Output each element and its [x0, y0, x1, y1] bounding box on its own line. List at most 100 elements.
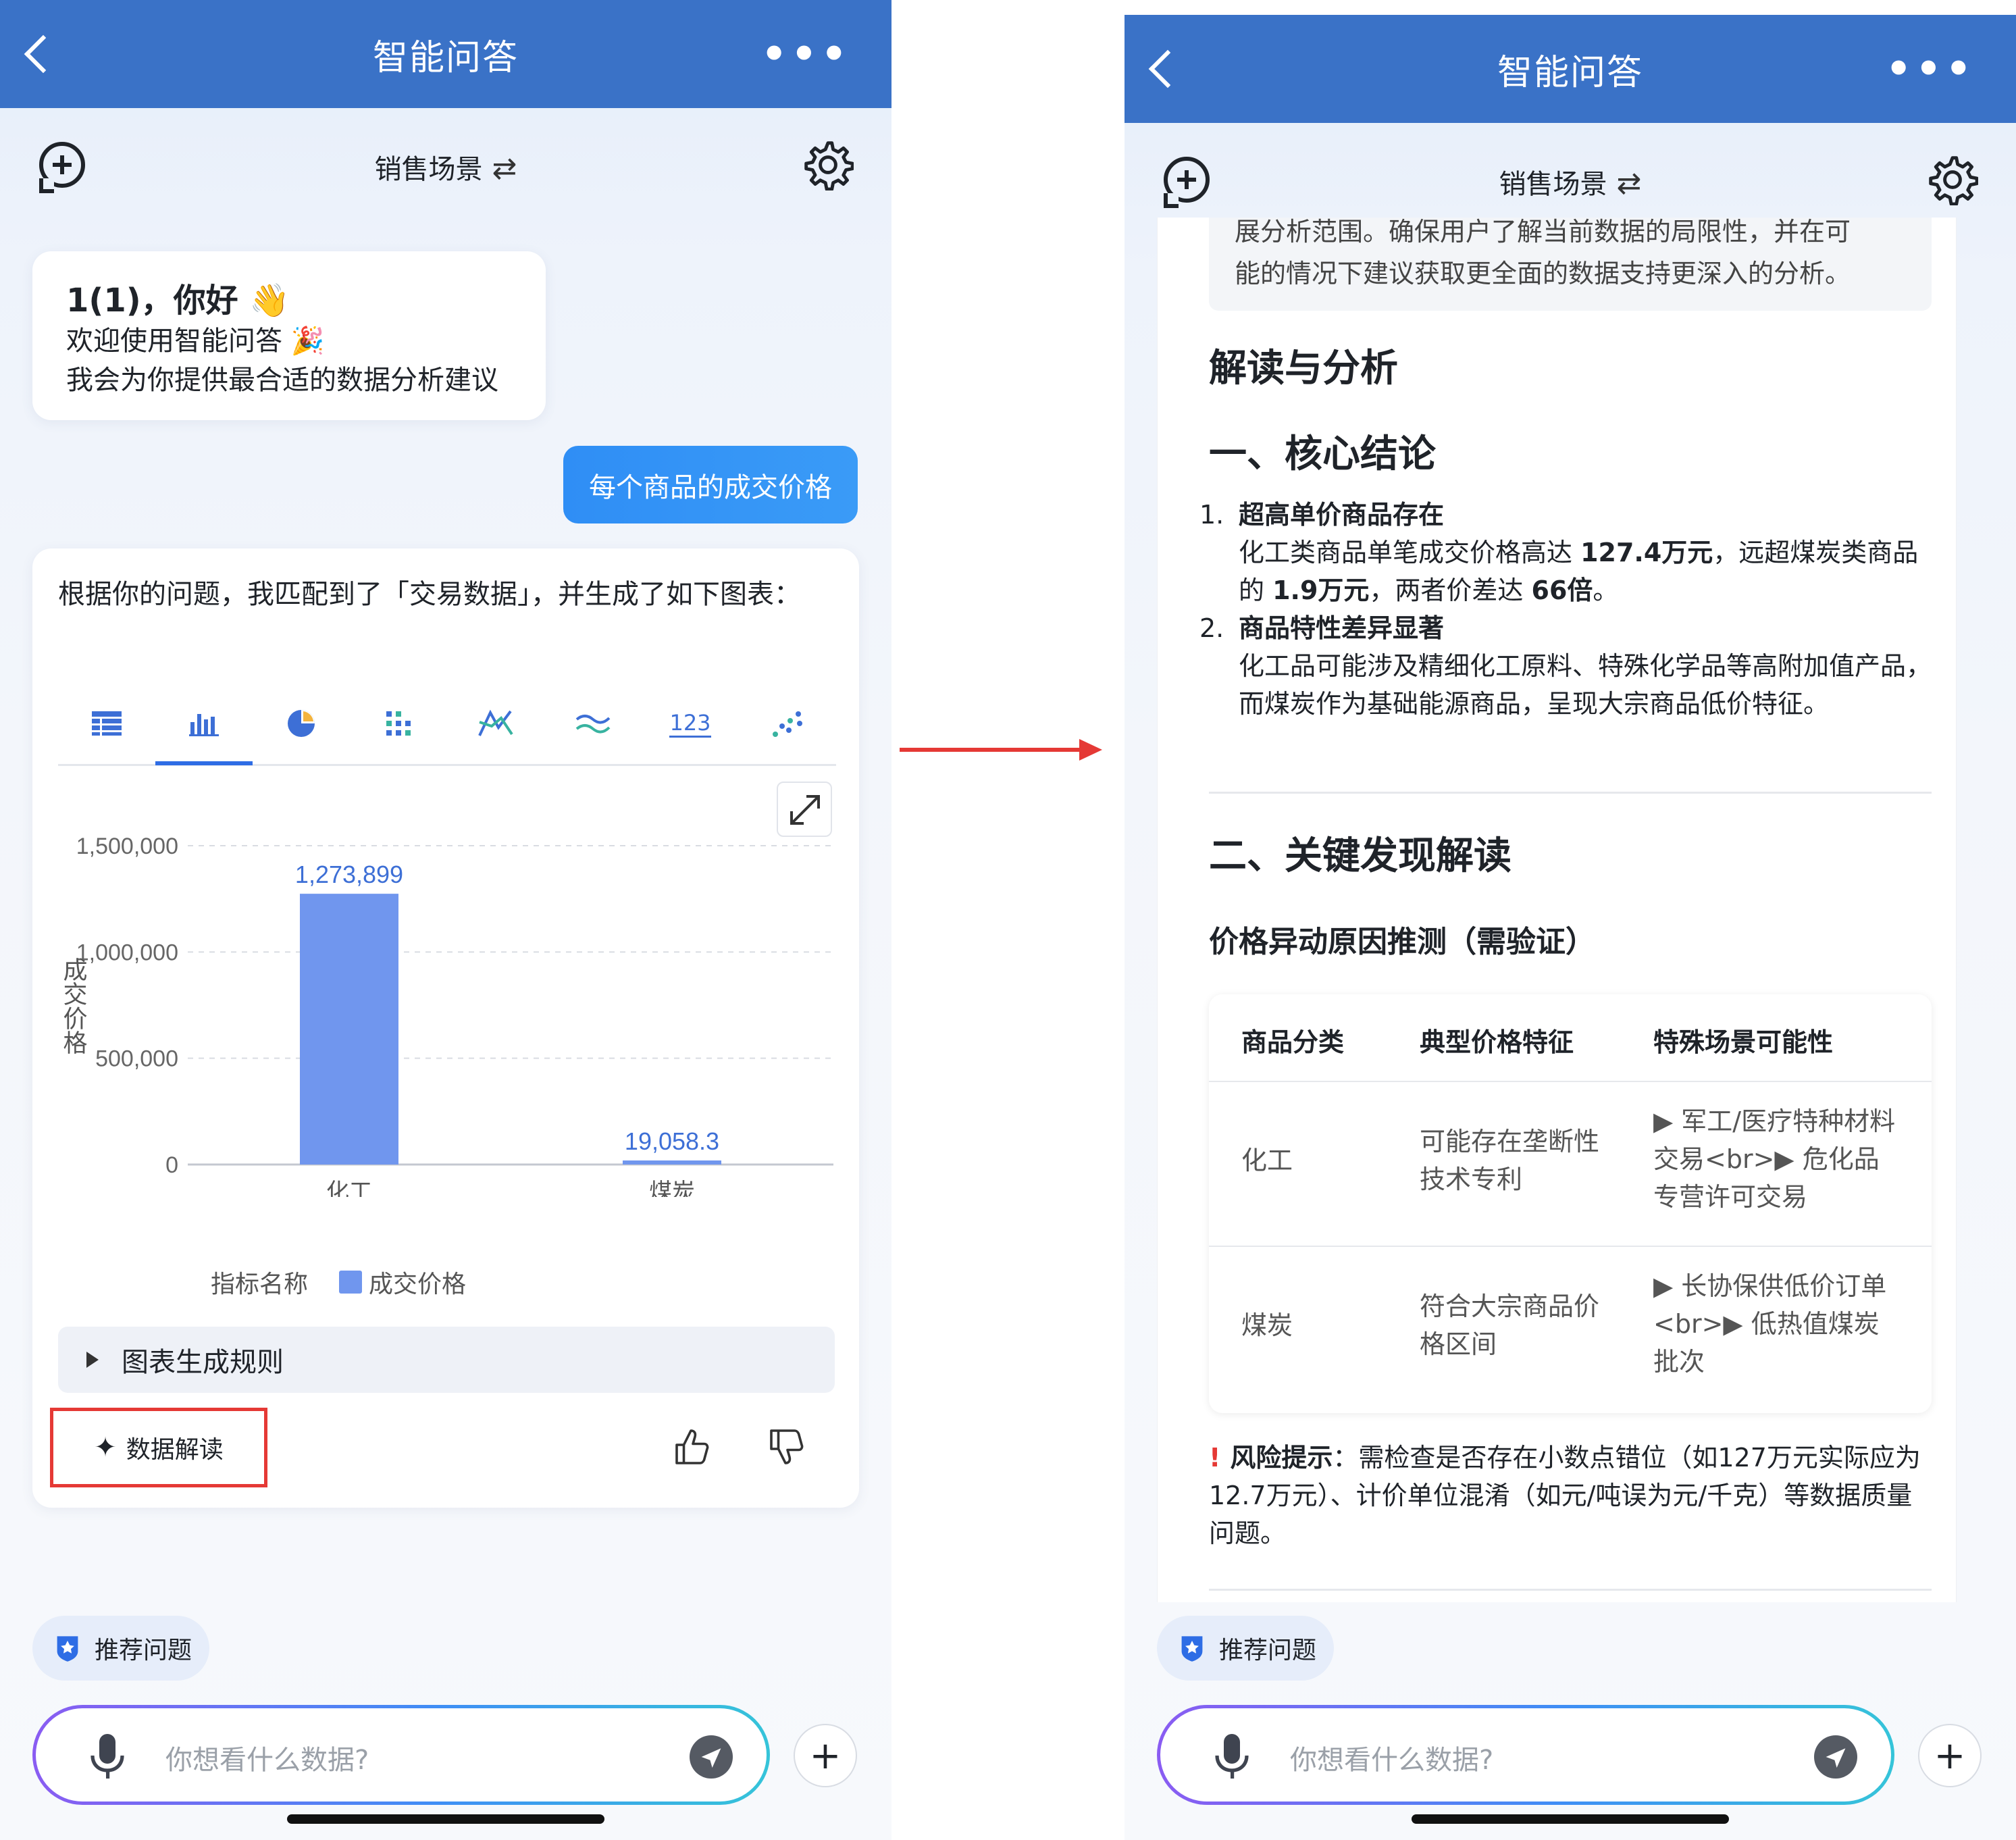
data-interpretation-button[interactable]: ✦ 数据解读 [50, 1408, 267, 1487]
sparkle-icon: ✦ [94, 1432, 117, 1463]
home-indicator [1412, 1814, 1729, 1824]
send-button[interactable] [1814, 1735, 1857, 1779]
answer-card: 根据你的问题，我匹配到了「交易数据」，并生成了如下图表： 123 0 500,0… [32, 548, 859, 1508]
bar-chart: 0 500,000 1,000,000 1,500,000 成交价格 1,273,899 化… [59, 834, 833, 1197]
chart-tab-grid[interactable] [350, 684, 447, 763]
swap-icon: ⇄ [1616, 166, 1642, 201]
page-title: 智能问答 [372, 37, 519, 78]
legend-series-label[interactable]: 成交价格 [369, 1264, 466, 1300]
scene-label: 销售场景 [374, 154, 483, 185]
conclusion-item-2: 2. 商品特性差异显著 化工品可能涉及精细化工原料、特殊化学品等高附加值产品，而… [1199, 609, 1932, 723]
item-highlight: 127.4万元 [1580, 538, 1713, 567]
bar [300, 894, 398, 1165]
item-title: 超高单价商品存在 [1239, 500, 1445, 530]
attach-plus-button[interactable]: + [794, 1724, 857, 1787]
star-shield-icon [1181, 1636, 1203, 1662]
recommended-questions-button[interactable]: 推荐问题 [1157, 1616, 1334, 1681]
legend-swatch [339, 1271, 363, 1294]
chart-tab-area[interactable] [544, 684, 642, 763]
y-tick-label: 500,000 [95, 1046, 178, 1072]
back-icon[interactable] [24, 34, 63, 74]
risk-label: 风险提示 [1230, 1443, 1333, 1473]
greeting-line-2: 我会为你提供最合适的数据分析建议 [66, 365, 498, 396]
expand-triangle-icon [86, 1352, 99, 1368]
question-input-bar: 你想看什么数据? [1157, 1705, 1894, 1805]
y-axis-label: 成交价格 [59, 957, 87, 1054]
table-header: 特殊场景可能性 [1653, 1027, 1834, 1057]
table-cell: 可能存在垄断性技术专利 [1420, 1127, 1600, 1194]
item-title: 商品特性差异显著 [1239, 613, 1445, 643]
y-tick-label: 1,500,000 [76, 834, 178, 859]
scene-switcher[interactable]: 销售场景 ⇄ [0, 147, 891, 186]
table-header: 典型价格特征 [1420, 1027, 1574, 1057]
item-number: 2. [1199, 613, 1224, 643]
heading-interpretation: 解读与分析 [1209, 347, 1398, 390]
chart-tab-pie[interactable] [253, 684, 350, 763]
subheading-price-anomaly: 价格异动原因推测（需验证） [1209, 925, 1595, 959]
interpretation-document: 展分析范围。确保用户了解当前数据的局限性，并在可 能的情况下建议获取更全面的数据… [1157, 218, 1957, 1602]
grid-chart-icon [386, 711, 411, 736]
chart-rules-label: 图表生成规则 [122, 1347, 284, 1378]
attach-plus-button[interactable]: + [1918, 1724, 1982, 1787]
title-bar: 智能问答 ••• [0, 0, 891, 108]
recommended-questions-label: 推荐问题 [1219, 1637, 1317, 1664]
question-input[interactable]: 你想看什么数据? [1290, 1738, 1493, 1777]
item-text: ，两者价差达 [1369, 576, 1532, 605]
legend-title: 指标名称 [211, 1271, 309, 1298]
section-divider [1209, 1589, 1932, 1591]
table-divider [1209, 1081, 1932, 1082]
microphone-icon[interactable] [80, 1729, 134, 1783]
star-shield-icon [57, 1636, 78, 1662]
transition-arrow-line [900, 748, 1082, 752]
item-highlight: 66倍 [1531, 576, 1593, 605]
settings-gear-icon[interactable] [1927, 154, 1978, 205]
conclusion-item-1: 1. 超高单价商品存在 化工类商品单笔成交价格高达 127.4万元，远超煤炭类商… [1199, 496, 1932, 609]
thumbs-up-icon[interactable] [673, 1427, 713, 1467]
greeting-line-1: 欢迎使用智能问答 🎉 [66, 326, 325, 357]
chart-tab-table[interactable] [58, 684, 155, 763]
chart-tab-line[interactable] [447, 684, 544, 763]
chart-tab-number[interactable]: 123 [642, 684, 739, 763]
table-cell: ▶ 军工/医疗特种材料交易<br>▶ 危化品专营许可交易 [1653, 1106, 1896, 1212]
table-chart-icon [92, 711, 122, 736]
data-interpretation-label: 数据解读 [126, 1436, 224, 1464]
scene-label: 销售场景 [1499, 169, 1607, 200]
microphone-icon[interactable] [1205, 1729, 1259, 1783]
send-paper-plane-icon [1826, 1748, 1846, 1768]
user-message-bubble: 每个商品的成交价格 [563, 446, 858, 523]
scatter-chart-icon [773, 711, 802, 737]
chart-type-tabs: 123 [58, 684, 836, 766]
heading-core-conclusion: 一、核心结论 [1209, 432, 1436, 476]
scene-switcher[interactable]: 销售场景 ⇄ [1125, 162, 2016, 201]
send-paper-plane-icon [701, 1748, 721, 1768]
bar-value-label: 1,273,899 [295, 861, 403, 888]
chart-tab-scatter[interactable] [739, 684, 836, 763]
thumbs-down-icon[interactable] [767, 1427, 808, 1467]
area-chart-icon [575, 715, 611, 734]
chart-tab-bar[interactable] [155, 684, 253, 765]
quote-line-1: 展分析范围。确保用户了解当前数据的局限性，并在可 [1235, 218, 1851, 247]
answer-intro: 根据你的问题，我匹配到了「交易数据」，并生成了如下图表： [58, 579, 801, 610]
table-cell: 符合大宗商品价格区间 [1420, 1292, 1600, 1359]
more-options-icon[interactable]: ••• [1886, 49, 1975, 89]
scene-bar: 销售场景 ⇄ [0, 108, 891, 220]
bar [623, 1160, 721, 1165]
item-text: 化工品可能涉及精细化工原料、特殊化学品等高附加值产品，而煤炭作为基础能源商品，呈… [1239, 651, 1932, 719]
heading-key-findings: 二、关键发现解读 [1209, 834, 1511, 878]
table-cell: 化工 [1241, 1146, 1293, 1175]
findings-table: 商品分类 典型价格特征 特殊场景可能性 化工 可能存在垄断性技术专利 ▶ 军工/… [1209, 994, 1932, 1413]
recommended-questions-button[interactable]: 推荐问题 [32, 1616, 209, 1681]
bar-value-label: 19,058.3 [625, 1127, 719, 1155]
chart-legend: 指标名称 成交价格 [211, 1264, 466, 1300]
y-tick-label: 0 [165, 1152, 178, 1178]
chart-rules-toggle[interactable]: 图表生成规则 [58, 1327, 835, 1393]
question-input[interactable]: 你想看什么数据? [165, 1738, 369, 1777]
left-screen: 智能问答 ••• 销售场景 ⇄ 1(1)，你好 👋 欢迎使用智能问答 🎉 我会为你… [0, 0, 891, 1840]
send-button[interactable] [690, 1735, 733, 1779]
greeting-title: 1(1)，你好 👋 [66, 282, 290, 320]
quote-line-2: 能的情况下建议获取更全面的数据支持更深入的分析。 [1235, 259, 1851, 288]
x-category-label: 煤炭 [649, 1179, 695, 1197]
back-icon[interactable] [1148, 49, 1187, 88]
settings-gear-icon[interactable] [802, 139, 854, 190]
more-options-icon[interactable]: ••• [761, 34, 851, 74]
